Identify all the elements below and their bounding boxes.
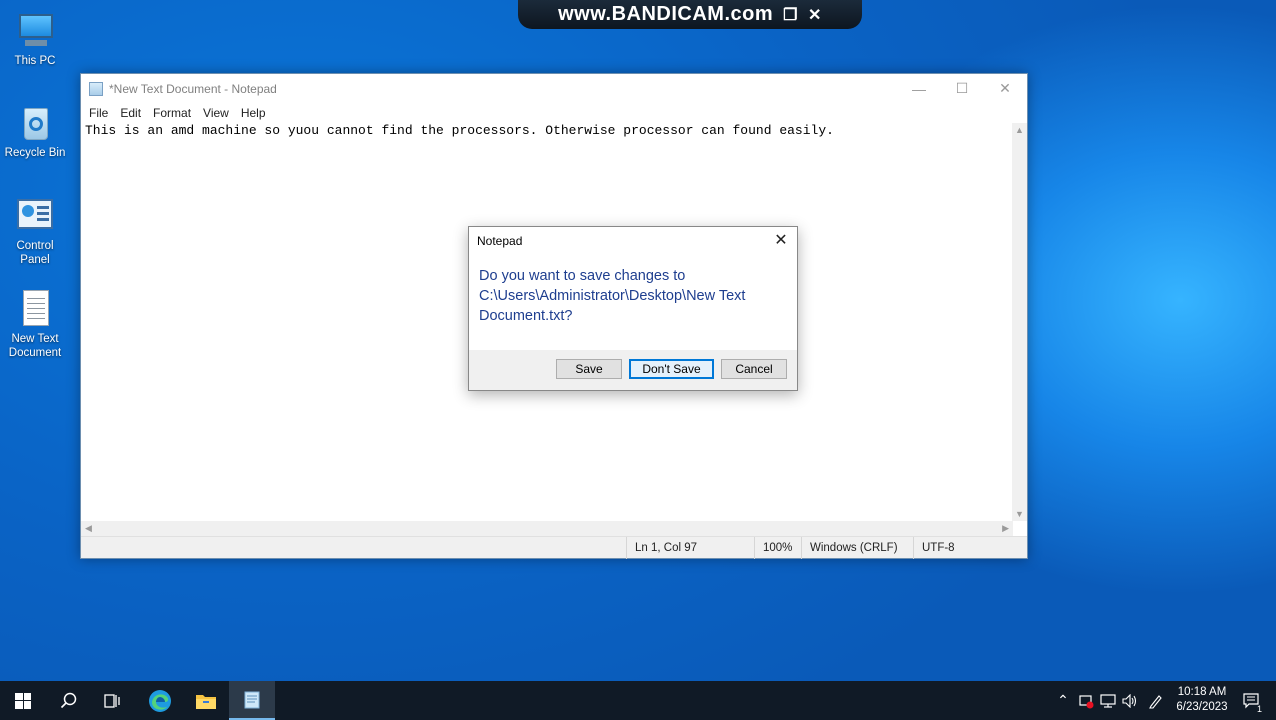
windows-logo-icon (15, 692, 31, 709)
title-bar[interactable]: *New Text Document - Notepad (81, 74, 1027, 103)
desktop-icon-new-text-document[interactable]: New Text Document (2, 288, 68, 360)
action-center-button[interactable]: 1 (1240, 681, 1264, 720)
save-button[interactable]: Save (556, 359, 622, 379)
dialog-button-area: Save Don't Save Cancel (469, 350, 797, 390)
save-changes-dialog: Notepad ✕ Do you want to save changes to… (468, 226, 798, 391)
scroll-up-icon[interactable]: ▲ (1012, 125, 1027, 135)
menu-bar: File Edit Format View Help (81, 103, 1027, 123)
taskbar: ⌃ 10:18 AM 6/23/2023 1 (0, 681, 1276, 720)
network-icon (1100, 693, 1116, 708)
notepad-icon (89, 81, 103, 96)
desktop-icon-label: Control Panel (16, 240, 54, 266)
close-icon[interactable]: ✕ (808, 5, 822, 25)
task-view-icon (104, 693, 120, 708)
dialog-close-button[interactable]: ✕ (771, 231, 791, 251)
clock-date: 6/23/2023 (1176, 701, 1228, 713)
taskbar-notepad[interactable] (229, 681, 275, 720)
dont-save-button[interactable]: Don't Save (629, 359, 714, 379)
menu-view[interactable]: View (197, 106, 235, 120)
search-icon (60, 692, 77, 708)
close-button[interactable]: ✕ (983, 74, 1027, 103)
chevron-up-icon: ⌃ (1057, 692, 1069, 708)
clock-time: 10:18 AM (1177, 686, 1227, 698)
clock[interactable]: 10:18 AM 6/23/2023 (1168, 685, 1236, 715)
desktop-icon-control-panel[interactable]: Control Panel (2, 195, 68, 267)
task-view-button[interactable] (90, 681, 136, 720)
maximize-button[interactable]: ☐ (940, 74, 984, 103)
notepad-icon (244, 691, 260, 708)
folder-icon (196, 694, 216, 709)
scroll-right-icon[interactable]: ▶ (1002, 521, 1009, 536)
restore-icon[interactable]: ❐ (783, 5, 798, 25)
computer-icon (15, 10, 55, 50)
pen-workspace-icon (1149, 694, 1162, 709)
menu-format[interactable]: Format (147, 106, 197, 120)
cancel-button[interactable]: Cancel (721, 359, 787, 379)
start-button[interactable] (0, 681, 46, 720)
watermark-text: www.BANDICAM.com (558, 3, 774, 25)
vertical-scrollbar[interactable]: ▲ ▼ (1012, 123, 1027, 521)
tray-volume[interactable] (1120, 681, 1140, 720)
minimize-button[interactable]: — (897, 74, 941, 103)
edge-browser-icon (149, 689, 171, 712)
desktop-icon-label: This PC (14, 55, 56, 67)
window-title: *New Text Document - Notepad (109, 81, 277, 96)
desktop-icon-this-pc[interactable]: This PC (2, 10, 68, 68)
status-line-ending: Windows (CRLF) (801, 537, 913, 559)
status-encoding: UTF-8 (913, 537, 1013, 559)
menu-help[interactable]: Help (235, 106, 272, 120)
tray-pen[interactable] (1146, 681, 1166, 720)
menu-edit[interactable]: Edit (114, 106, 147, 120)
security-alert-icon (1079, 694, 1094, 708)
horizontal-scrollbar[interactable]: ◀ ▶ (81, 521, 1013, 536)
status-zoom: 100% (754, 537, 801, 559)
tray-network[interactable] (1098, 681, 1118, 720)
taskbar-file-explorer[interactable] (183, 681, 229, 720)
menu-file[interactable]: File (83, 106, 114, 120)
status-position: Ln 1, Col 97 (626, 537, 754, 559)
search-button[interactable] (46, 681, 92, 720)
status-bar: Ln 1, Col 97 100% Windows (CRLF) UTF-8 (81, 536, 1027, 559)
desktop-icon-label: New Text Document (8, 333, 62, 359)
control-panel-icon (15, 195, 55, 235)
text-document-icon (15, 288, 55, 328)
recycle-bin-icon (15, 102, 55, 142)
taskbar-edge[interactable] (137, 681, 183, 720)
notification-count: 1 (1256, 704, 1262, 714)
scroll-left-icon[interactable]: ◀ (85, 521, 92, 536)
dialog-message: Do you want to save changes to C:\Users\… (479, 268, 746, 324)
dialog-title: Notepad (477, 234, 523, 248)
desktop-icon-label: Recycle Bin (4, 147, 66, 159)
scroll-down-icon[interactable]: ▼ (1012, 509, 1027, 519)
show-hidden-icons-button[interactable]: ⌃ (1054, 681, 1072, 720)
volume-icon (1122, 693, 1137, 708)
bandicam-watermark: www.BANDICAM.com ❐ ✕ (518, 0, 862, 29)
tray-security[interactable] (1076, 681, 1096, 720)
desktop-icon-recycle-bin[interactable]: Recycle Bin (2, 102, 68, 160)
